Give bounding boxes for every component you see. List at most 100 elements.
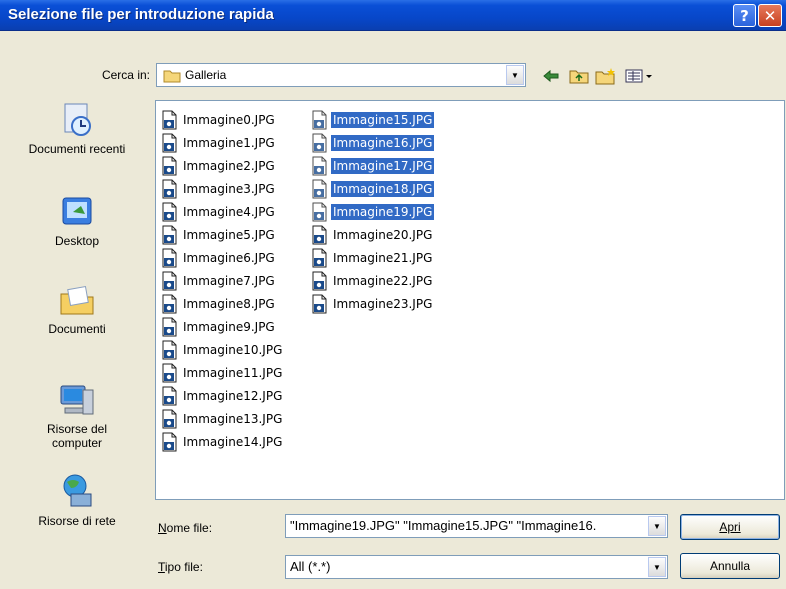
desktop-icon	[62, 197, 92, 225]
file-name: Immagine6.JPG	[183, 251, 275, 265]
filetype-label-text: ipo file:	[164, 560, 203, 574]
open-button[interactable]: Apri	[680, 514, 780, 540]
file-item[interactable]: Immagine22.JPG	[310, 270, 434, 292]
window-title: Selezione file per introduzione rapida	[8, 6, 274, 23]
jpg-file-icon	[312, 248, 327, 268]
jpg-file-icon	[312, 156, 327, 176]
file-item[interactable]: Immagine17.JPG	[310, 155, 435, 177]
file-name: Immagine4.JPG	[183, 205, 275, 219]
file-name: Immagine17.JPG	[331, 158, 435, 174]
file-item[interactable]: Immagine12.JPG	[160, 385, 284, 407]
back-arrow-icon[interactable]	[540, 66, 562, 86]
places-bar: Documenti recenti Desktop Documenti Riso…	[8, 100, 146, 528]
jpg-file-icon	[162, 386, 177, 406]
view-menu-icon[interactable]	[624, 66, 654, 86]
place-label: Desktop	[54, 234, 100, 248]
file-name: Immagine1.JPG	[183, 136, 275, 150]
file-item[interactable]: Immagine0.JPG	[160, 109, 277, 131]
lookin-value: Galleria	[185, 68, 227, 82]
file-item[interactable]: Immagine10.JPG	[160, 339, 284, 361]
place-label: Documenti	[48, 322, 106, 336]
filetype-select[interactable]: All (*.*) ▼	[285, 555, 668, 579]
file-item[interactable]: Immagine3.JPG	[160, 178, 277, 200]
file-name: Immagine12.JPG	[183, 389, 283, 403]
place-desktop[interactable]: Desktop	[8, 192, 146, 248]
up-one-level-icon[interactable]	[568, 66, 590, 86]
jpg-file-icon	[312, 202, 327, 222]
file-name: Immagine10.JPG	[183, 343, 283, 357]
file-name: Immagine9.JPG	[183, 320, 275, 334]
file-name: Immagine0.JPG	[183, 113, 275, 127]
file-item[interactable]: Immagine8.JPG	[160, 293, 277, 315]
file-item[interactable]: Immagine9.JPG	[160, 316, 277, 338]
file-item[interactable]: Immagine18.JPG	[310, 178, 435, 200]
chevron-down-icon[interactable]: ▼	[648, 516, 666, 536]
close-button[interactable]: ✕	[758, 4, 782, 27]
chevron-down-icon[interactable]: ▼	[648, 557, 666, 577]
file-item[interactable]: Immagine20.JPG	[310, 224, 434, 246]
file-item[interactable]: Immagine7.JPG	[160, 270, 277, 292]
place-my-computer[interactable]: Risorse del computer	[8, 380, 146, 450]
place-network[interactable]: Risorse di rete	[8, 472, 146, 528]
file-item[interactable]: Immagine1.JPG	[160, 132, 277, 154]
file-item[interactable]: Immagine13.JPG	[160, 408, 284, 430]
folder-icon	[163, 70, 181, 83]
file-item[interactable]: Immagine5.JPG	[160, 224, 277, 246]
jpg-file-icon	[162, 202, 177, 222]
jpg-file-icon	[162, 179, 177, 199]
new-folder-icon[interactable]	[595, 66, 617, 86]
file-item[interactable]: Immagine19.JPG	[310, 201, 435, 223]
place-recent-documents[interactable]: Documenti recenti	[8, 100, 146, 156]
place-documents[interactable]: Documenti	[8, 280, 146, 336]
network-places-icon	[63, 474, 92, 507]
open-button-label: Apri	[719, 520, 741, 534]
file-list[interactable]: Immagine0.JPG Immagine1.JPG Immagine2.JPG I…	[155, 100, 785, 500]
title-bar[interactable]: Selezione file per introduzione rapida ?…	[0, 0, 786, 31]
help-button[interactable]: ?	[733, 4, 756, 27]
jpg-file-icon	[162, 156, 177, 176]
file-item[interactable]: Immagine14.JPG	[160, 431, 284, 453]
filename-field[interactable]: "Immagine19.JPG" "Immagine15.JPG" "Immag…	[285, 514, 668, 538]
jpg-file-icon	[162, 271, 177, 291]
my-computer-icon	[60, 385, 94, 415]
file-item[interactable]: Immagine2.JPG	[160, 155, 277, 177]
file-item[interactable]: Immagine6.JPG	[160, 247, 277, 269]
jpg-file-icon	[162, 432, 177, 452]
file-name: Immagine3.JPG	[183, 182, 275, 196]
lookin-combo[interactable]: Galleria ▼	[156, 63, 526, 87]
file-name: Immagine15.JPG	[331, 112, 435, 128]
filename-value: "Immagine19.JPG" "Immagine15.JPG" "Immag…	[290, 518, 597, 533]
lookin-label: Cerca in:	[101, 68, 150, 82]
place-label: Risorse di rete	[38, 514, 116, 528]
jpg-file-icon	[162, 409, 177, 429]
chevron-down-icon[interactable]: ▼	[506, 65, 524, 85]
jpg-file-icon	[162, 294, 177, 314]
jpg-file-icon	[162, 248, 177, 268]
file-name: Immagine13.JPG	[183, 412, 283, 426]
cancel-button-label: Annulla	[709, 559, 751, 573]
place-label: Risorse del computer	[46, 422, 108, 450]
file-name: Immagine18.JPG	[331, 181, 435, 197]
file-item[interactable]: Immagine21.JPG	[310, 247, 434, 269]
filename-label: Nome file:	[158, 521, 213, 535]
jpg-file-icon	[162, 225, 177, 245]
cancel-button[interactable]: Annulla	[680, 553, 780, 579]
file-item[interactable]: Immagine16.JPG	[310, 132, 435, 154]
jpg-file-icon	[312, 225, 327, 245]
file-name: Immagine22.JPG	[333, 274, 433, 288]
file-name: Immagine14.JPG	[183, 435, 283, 449]
file-name: Immagine19.JPG	[331, 204, 435, 220]
file-item[interactable]: Immagine11.JPG	[160, 362, 284, 384]
jpg-file-icon	[312, 271, 327, 291]
file-name: Immagine8.JPG	[183, 297, 275, 311]
file-name: Immagine20.JPG	[333, 228, 433, 242]
file-item[interactable]: Immagine15.JPG	[310, 109, 435, 131]
file-item[interactable]: Immagine4.JPG	[160, 201, 277, 223]
jpg-file-icon	[162, 317, 177, 337]
file-name: Immagine5.JPG	[183, 228, 275, 242]
jpg-file-icon	[312, 110, 327, 130]
filetype-label: Tipo file:	[158, 560, 203, 574]
jpg-file-icon	[312, 294, 327, 314]
file-name: Immagine23.JPG	[333, 297, 433, 311]
file-item[interactable]: Immagine23.JPG	[310, 293, 434, 315]
